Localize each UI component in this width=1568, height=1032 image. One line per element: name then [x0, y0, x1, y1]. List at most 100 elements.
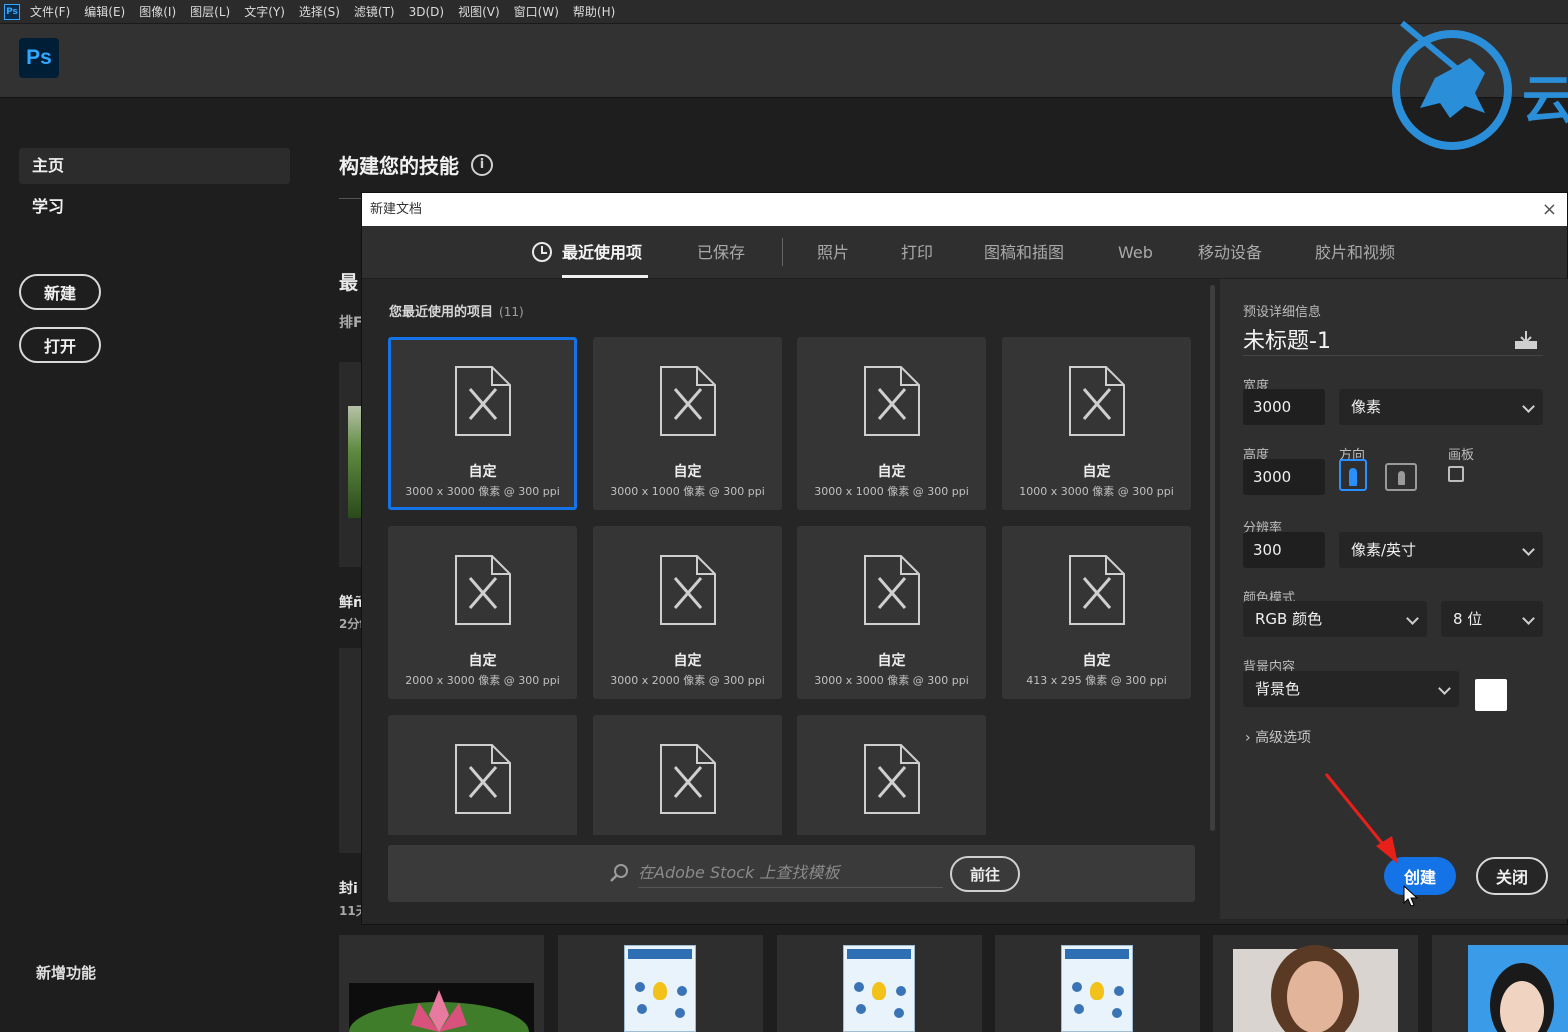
menu-edit[interactable]: 编辑(E): [84, 3, 125, 20]
watermark-text: 云: [1522, 71, 1568, 131]
bg-thumbnail: [348, 406, 362, 518]
preset-card[interactable]: 自定 3000 x 1000 像素 @ 300 ppi: [797, 337, 986, 510]
preset-name: 自定: [468, 464, 497, 480]
portrait-photo: [1233, 945, 1398, 1032]
goto-button[interactable]: 前往: [950, 856, 1020, 892]
document-icon: [864, 744, 920, 814]
preset-card[interactable]: 自定 3000 x 1000 像素 @ 300 ppi: [593, 337, 782, 510]
bit-depth-value: 8 位: [1453, 610, 1483, 628]
recent-heading-text: 您最近使用的项目: [389, 305, 494, 320]
preset-card[interactable]: 自定 3000 x 2000 像素 @ 300 ppi: [593, 526, 782, 699]
stock-search-input[interactable]: 在Adobe Stock 上查找模板: [638, 859, 943, 888]
lotus-image: [349, 983, 534, 1032]
bg-file-time: 11天: [339, 904, 362, 918]
photoshop-logo[interactable]: Ps: [19, 38, 59, 78]
close-icon[interactable]: ×: [1542, 193, 1557, 226]
tab-film-video[interactable]: 胶片和视频: [1315, 226, 1395, 279]
preset-card[interactable]: 自定 413 x 295 像素 @ 300 ppi: [1002, 526, 1191, 699]
preset-card[interactable]: [388, 715, 577, 835]
sidebar-item-home[interactable]: 主页: [19, 148, 290, 184]
menu-file[interactable]: 文件(F): [30, 3, 70, 20]
tab-web[interactable]: Web: [1118, 226, 1153, 279]
preset-size: 3000 x 1000 像素 @ 300 ppi: [610, 485, 765, 498]
close-button[interactable]: 关闭: [1476, 857, 1548, 895]
preset-card[interactable]: [593, 715, 782, 835]
width-unit-value: 像素: [1351, 398, 1382, 416]
height-input[interactable]: 3000: [1243, 459, 1325, 495]
preset-card[interactable]: 自定 3000 x 3000 像素 @ 300 ppi: [388, 337, 577, 510]
menu-select[interactable]: 选择(S): [299, 3, 340, 20]
preset-size: 3000 x 2000 像素 @ 300 ppi: [610, 674, 765, 687]
resolution-unit-select[interactable]: 像素/英寸: [1339, 532, 1543, 568]
tab-print[interactable]: 打印: [901, 226, 933, 279]
whats-new-link[interactable]: 新增功能: [36, 962, 96, 983]
save-preset-icon[interactable]: [1513, 329, 1539, 351]
portrait-icon: [1349, 468, 1357, 486]
background-value: 背景色: [1255, 680, 1301, 698]
new-button[interactable]: 新建: [19, 274, 101, 310]
menu-image[interactable]: 图像(I): [139, 3, 176, 20]
tab-divider: [782, 238, 783, 266]
tab-photo[interactable]: 照片: [817, 226, 849, 279]
background-select[interactable]: 背景色: [1243, 671, 1459, 707]
name-underline: [1243, 355, 1543, 356]
preset-card[interactable]: [797, 715, 986, 835]
preset-scrollbar[interactable]: [1210, 285, 1215, 831]
open-button[interactable]: 打开: [19, 327, 101, 363]
tab-mobile[interactable]: 移动设备: [1198, 226, 1262, 279]
home-title: 构建您的技能 i: [339, 150, 493, 179]
document-icon: [455, 366, 511, 436]
preset-name: 自定: [673, 464, 702, 480]
chevron-right-icon: ›: [1245, 730, 1251, 746]
artboard-checkbox[interactable]: [1448, 466, 1464, 482]
width-unit-select[interactable]: 像素: [1339, 389, 1543, 425]
recent-file-thumb[interactable]: [777, 935, 982, 1032]
id-photo: [1468, 945, 1568, 1032]
bit-depth-select[interactable]: 8 位: [1441, 601, 1543, 637]
recent-file-thumb[interactable]: [339, 935, 544, 1032]
recent-file-thumb[interactable]: [1432, 935, 1568, 1032]
clock-icon: [532, 242, 552, 262]
background-color-swatch[interactable]: [1475, 679, 1507, 711]
recent-file-thumb[interactable]: [1213, 935, 1418, 1032]
preset-name: 自定: [877, 464, 906, 480]
document-icon: [864, 555, 920, 625]
artboard-label: 画板: [1448, 448, 1475, 463]
preset-card[interactable]: 自定 3000 x 3000 像素 @ 300 ppi: [797, 526, 986, 699]
color-mode-select[interactable]: RGB 颜色: [1243, 601, 1427, 637]
bg-file-name: 封i: [339, 881, 358, 897]
sidebar-item-learn[interactable]: 学习: [19, 189, 290, 225]
menu-filter[interactable]: 滤镜(T): [354, 3, 395, 20]
advanced-options-toggle[interactable]: › 高级选项: [1245, 727, 1311, 747]
preset-card[interactable]: 自定 1000 x 3000 像素 @ 300 ppi: [1002, 337, 1191, 510]
menu-layer[interactable]: 图层(L): [190, 3, 230, 20]
landscape-orientation-button[interactable]: [1385, 463, 1417, 491]
recent-file-thumb[interactable]: [558, 935, 763, 1032]
portrait-orientation-button[interactable]: [1339, 459, 1367, 491]
tab-saved[interactable]: 已保存: [697, 226, 745, 279]
advanced-options-label: 高级选项: [1255, 730, 1312, 746]
recent-file-thumb[interactable]: [995, 935, 1200, 1032]
menu-view[interactable]: 视图(V): [458, 3, 500, 20]
preset-size: 3000 x 1000 像素 @ 300 ppi: [814, 485, 969, 498]
tab-recent[interactable]: 最近使用项: [562, 226, 642, 279]
preset-name: 自定: [673, 653, 702, 669]
bg-file-time: 2分f: [339, 617, 362, 631]
tab-art-illustration[interactable]: 图稿和插图: [984, 226, 1064, 279]
bg-recent-card[interactable]: [339, 648, 362, 853]
preset-name: 自定: [877, 653, 906, 669]
menu-window[interactable]: 窗口(W): [514, 3, 559, 20]
document-name-input[interactable]: 未标题-1: [1243, 323, 1331, 355]
resolution-input[interactable]: 300: [1243, 532, 1325, 568]
preset-size: 1000 x 3000 像素 @ 300 ppi: [1019, 485, 1174, 498]
preset-card[interactable]: 自定 2000 x 3000 像素 @ 300 ppi: [388, 526, 577, 699]
document-icon: [660, 744, 716, 814]
info-icon[interactable]: i: [471, 153, 493, 176]
menu-type[interactable]: 文字(Y): [244, 3, 285, 20]
app-mini-icon[interactable]: Ps: [4, 3, 20, 20]
menu-3d[interactable]: 3D(D): [409, 5, 444, 19]
document-icon: [455, 555, 511, 625]
menu-help[interactable]: 帮助(H): [573, 3, 615, 20]
document-icon: [660, 366, 716, 436]
width-input[interactable]: 3000: [1243, 389, 1325, 425]
